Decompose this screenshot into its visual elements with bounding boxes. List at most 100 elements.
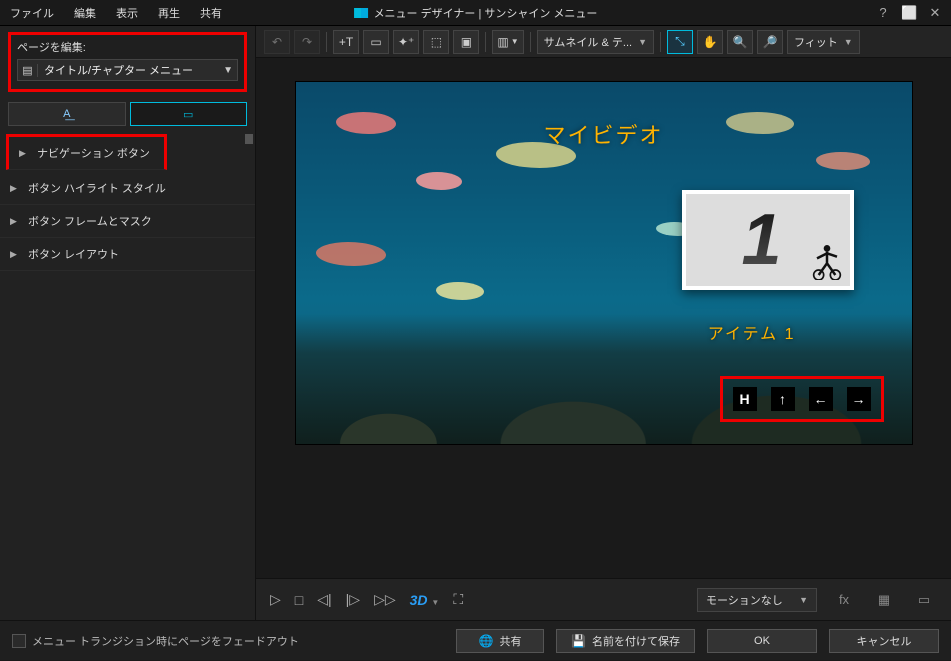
motion-dropdown[interactable]: モーションなし ▼ <box>697 588 817 612</box>
menu-share[interactable]: 共有 <box>190 0 232 26</box>
cancel-label: キャンセル <box>857 633 912 649</box>
select-tool-button[interactable]: ⤡ <box>667 30 693 54</box>
menu-file[interactable]: ファイル <box>0 0 64 26</box>
page-select-dropdown[interactable]: ▤ タイトル/チャプター メニュー ▼ <box>17 59 238 81</box>
navigation-buttons-group: H ↑ ← → <box>720 376 884 422</box>
expand-icon: ▶ <box>10 249 22 260</box>
fx-button[interactable]: fx <box>831 592 857 607</box>
zoom-fit-dropdown[interactable]: フィット ▼ <box>787 30 860 54</box>
share-button[interactable]: 🌐 共有 <box>456 629 544 653</box>
redo-button[interactable]: ↷ <box>294 30 320 54</box>
chevron-down-icon: ▼ <box>638 37 647 47</box>
add-particle-button[interactable]: ✦⁺ <box>393 30 419 54</box>
scroll-indicator-icon[interactable] <box>245 134 253 144</box>
menu-view[interactable]: 表示 <box>106 0 148 26</box>
add-image-button[interactable]: ▭ <box>363 30 389 54</box>
add-text-button[interactable]: +T <box>333 30 359 54</box>
fullscreen-button[interactable]: ⛶ <box>453 591 463 608</box>
text-tab-icon: A͟ <box>63 108 70 120</box>
thumbnail-number: 1 <box>741 199 781 281</box>
play-button[interactable]: ▷ <box>270 591 281 608</box>
thumbnail-text-dropdown[interactable]: サムネイル & テ... ▼ <box>537 30 654 54</box>
bg-decoration <box>316 242 386 266</box>
menu-bar: ファイル 編集 表示 再生 共有 <box>0 0 232 26</box>
save-as-button[interactable]: 💾 名前を付けて保存 <box>556 629 695 653</box>
help-button[interactable]: ? <box>875 5 891 20</box>
fast-forward-button[interactable]: ▷▷ <box>374 591 396 608</box>
chevron-down-icon: ▼ <box>844 37 853 47</box>
right-area: ↶ ↷ +T ▭ ✦⁺ ⬚ ▣ ▥▼ サムネイル & テ... ▼ ⤡ ✋ 🔍 … <box>256 26 951 620</box>
image-icon: ▭ <box>370 35 381 49</box>
grid-button[interactable]: ▭ <box>911 592 937 608</box>
nav-next-button[interactable]: → <box>847 387 871 411</box>
tree-label: ナビゲーション ボタン <box>37 145 150 161</box>
tree-label: ボタン レイアウト <box>28 246 119 262</box>
ok-label: OK <box>754 635 770 647</box>
canvas-toolbar: ↶ ↷ +T ▭ ✦⁺ ⬚ ▣ ▥▼ サムネイル & テ... ▼ ⤡ ✋ 🔍 … <box>256 26 951 58</box>
ok-button[interactable]: OK <box>707 629 817 653</box>
edit-page-section: ページを編集: ▤ タイトル/チャプター メニュー ▼ <box>8 32 247 92</box>
app-title-text: メニュー デザイナー | サンシャイン メニュー <box>374 5 598 21</box>
align-button[interactable]: ▥▼ <box>492 30 523 54</box>
undo-button[interactable]: ↶ <box>264 30 290 54</box>
fade-checkbox-label: メニュー トランジション時にページをフェードアウト <box>32 633 299 649</box>
zoom-value: フィット <box>794 34 838 50</box>
stop-button[interactable]: □ <box>295 592 303 608</box>
edit-page-label: ページを編集: <box>17 39 238 55</box>
nav-prev-button[interactable]: ← <box>809 387 833 411</box>
expand-icon: ▶ <box>19 148 31 159</box>
next-frame-button[interactable]: |▷ <box>346 591 360 608</box>
page-icon: ▤ <box>22 64 38 77</box>
fade-checkbox-row[interactable]: メニュー トランジション時にページをフェードアウト <box>12 633 299 649</box>
tree-item-highlight-style[interactable]: ▶ ボタン ハイライト スタイル <box>0 172 255 205</box>
menu-edit[interactable]: 編集 <box>64 0 106 26</box>
3d-toggle-button[interactable]: 3D ▼ <box>410 592 440 608</box>
thumbnail-graphic-icon <box>810 240 844 280</box>
safe-zone-button[interactable]: ▦ <box>871 592 897 608</box>
tab-text-properties[interactable]: A͟ <box>8 102 126 126</box>
canvas-viewport[interactable]: マイビデオ 1 アイテム 1 H ↑ ← → <box>256 58 951 578</box>
add-button-button[interactable]: ⬚ <box>423 30 449 54</box>
nav-home-button[interactable]: H <box>733 387 757 411</box>
globe-icon: 🌐 <box>479 634 494 648</box>
pointer-icon: ⤡ <box>675 34 685 49</box>
title-bar: ファイル 編集 表示 再生 共有 メニュー デザイナー | サンシャイン メニュ… <box>0 0 951 26</box>
share-label: 共有 <box>500 633 522 649</box>
save-as-label: 名前を付けて保存 <box>592 633 680 649</box>
chevron-down-icon: ▼ <box>223 65 233 76</box>
tree-label: ボタン ハイライト スタイル <box>28 180 166 196</box>
text-icon: +T <box>339 35 353 49</box>
fade-checkbox[interactable] <box>12 634 26 648</box>
hand-icon: ✋ <box>703 35 718 49</box>
menu-play[interactable]: 再生 <box>148 0 190 26</box>
pan-tool-button[interactable]: ✋ <box>697 30 723 54</box>
footer-bar: メニュー トランジション時にページをフェードアウト 🌐 共有 💾 名前を付けて保… <box>0 620 951 660</box>
menu-title-text[interactable]: マイビデオ <box>543 118 663 150</box>
bg-decoration <box>816 152 870 170</box>
prev-frame-button[interactable]: ◁| <box>317 591 331 608</box>
zoom-in-button[interactable]: 🔎 <box>757 30 783 54</box>
bg-decoration <box>416 172 462 190</box>
window-controls: ? ⬜ ✕ <box>875 5 943 21</box>
property-tree: ▶ ナビゲーション ボタン ▶ ボタン ハイライト スタイル ▶ ボタン フレー… <box>0 132 255 620</box>
zoom-out-icon: 🔍 <box>733 35 748 49</box>
tree-item-navigation-buttons[interactable]: ▶ ナビゲーション ボタン <box>6 134 167 170</box>
cancel-button[interactable]: キャンセル <box>829 629 939 653</box>
layers-button[interactable]: ▣ <box>453 30 479 54</box>
chapter-item-label[interactable]: アイテム 1 <box>708 320 796 344</box>
nav-up-button[interactable]: ↑ <box>771 387 795 411</box>
close-button[interactable]: ✕ <box>927 5 943 21</box>
separator <box>530 32 531 52</box>
separator <box>485 32 486 52</box>
menu-canvas[interactable]: マイビデオ 1 アイテム 1 H ↑ ← → <box>296 82 912 444</box>
chapter-thumbnail[interactable]: 1 <box>682 190 854 290</box>
tab-object-properties[interactable]: ▭ <box>130 102 248 126</box>
zoom-out-button[interactable]: 🔍 <box>727 30 753 54</box>
zoom-in-icon: 🔎 <box>763 35 778 49</box>
app-title: メニュー デザイナー | サンシャイン メニュー <box>354 5 598 21</box>
tree-item-frame-mask[interactable]: ▶ ボタン フレームとマスク <box>0 205 255 238</box>
maximize-button[interactable]: ⬜ <box>901 5 917 21</box>
redo-icon: ↷ <box>302 35 312 49</box>
separator <box>326 32 327 52</box>
tree-item-layout[interactable]: ▶ ボタン レイアウト <box>0 238 255 271</box>
